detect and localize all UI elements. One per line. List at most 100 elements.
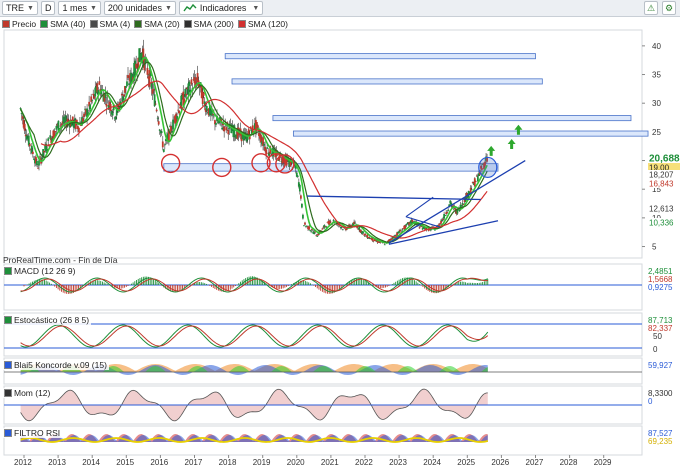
candle-body: [48, 145, 51, 147]
candle-body: [405, 224, 408, 226]
timeframe-label: 1 mes: [62, 3, 87, 13]
legend-item[interactable]: SMA (200): [183, 18, 234, 29]
legend-item[interactable]: SMA (20): [134, 19, 180, 29]
support-circle: [212, 157, 232, 178]
candle-body: [82, 118, 84, 122]
candle-body: [282, 158, 285, 163]
candle-body: [76, 125, 79, 130]
candle-body: [310, 230, 313, 232]
candle-body: [347, 227, 349, 229]
candle-body: [442, 218, 444, 220]
legend-item[interactable]: SMA (120): [237, 19, 288, 29]
candle-body: [430, 227, 433, 229]
candle-body: [305, 225, 307, 227]
toolbar: TRE ▼ D 1 mes ▼ 200 unidades ▼ Indicadores ▼…: [0, 0, 680, 17]
price-chart[interactable]: 4035302520151052012 2013 2014 2015 2016 2017 2…: [0, 0, 680, 469]
candle-body: [19, 108, 22, 110]
candle-body: [348, 224, 350, 226]
candle-body: [50, 137, 53, 144]
legend-item[interactable]: SMA (4): [89, 18, 131, 29]
candle-body: [159, 130, 162, 134]
candle-body: [42, 149, 44, 157]
indicators-button[interactable]: Indicadores ▼: [178, 1, 264, 15]
sma-20-line: [19, 56, 488, 244]
alert-icon[interactable]: ⚠: [644, 1, 658, 15]
symbol-selector[interactable]: TRE ▼: [2, 1, 38, 15]
candle-body: [110, 111, 113, 115]
candle-body: [126, 81, 128, 87]
candle-body: [406, 223, 409, 225]
candle-body: [213, 115, 215, 117]
legend-item[interactable]: SMA (40): [40, 19, 86, 29]
candle-body: [136, 70, 139, 73]
candle-body: [131, 73, 133, 80]
indicator-pane-label[interactable]: Mom (12): [2, 388, 53, 398]
indicator-pane-label[interactable]: FILTRO RSI: [2, 428, 63, 438]
candle-body: [216, 115, 218, 122]
candle-body: [128, 83, 130, 85]
price-tick-label: 40: [652, 42, 661, 51]
candle-body: [364, 234, 367, 235]
legend-item[interactable]: Precio: [2, 19, 36, 29]
candle-body: [443, 213, 446, 219]
candle-body: [178, 110, 181, 114]
candle-body: [225, 127, 228, 131]
year-tick-label: 2026: [491, 458, 509, 467]
candle-body: [459, 204, 462, 210]
candle-body: [52, 130, 55, 139]
indicator-pane-label[interactable]: Blai5 Koncorde v.09 (15): [2, 360, 109, 370]
candle-body: [114, 116, 117, 120]
candle-body: [170, 126, 172, 133]
sma-40-line: [20, 61, 488, 243]
candle-body: [86, 108, 88, 118]
candle-body: [199, 82, 202, 86]
indicator-swatch: [4, 361, 12, 369]
candle-body: [446, 212, 449, 213]
indicator-pane-label[interactable]: MACD (12 26 9): [2, 266, 78, 276]
candle-body: [475, 175, 478, 177]
candle-body: [214, 120, 216, 125]
candle-body: [174, 115, 176, 124]
candle-body: [486, 157, 488, 162]
timeframe-selector[interactable]: 1 mes ▼: [58, 1, 101, 15]
candle-body: [339, 226, 342, 229]
candle-body: [410, 219, 413, 224]
candle-body: [334, 221, 337, 222]
settings-icon[interactable]: ⚙: [662, 1, 676, 15]
indicator-swatch: [4, 389, 12, 397]
indicator-pane-label[interactable]: Estocástico (26 8 5): [2, 315, 92, 325]
candle-body: [91, 100, 94, 102]
candle-body: [283, 159, 286, 164]
candle-body: [85, 109, 87, 115]
candle-body: [262, 137, 264, 146]
period-button[interactable]: D: [40, 1, 56, 15]
candle-body: [427, 227, 430, 231]
candle-body: [367, 237, 370, 239]
year-tick-label: 2017: [185, 458, 203, 467]
candle-body: [464, 196, 467, 201]
candle-body: [470, 189, 473, 191]
candle-body: [454, 208, 457, 212]
resistance-zone: [231, 78, 543, 85]
candle-body: [133, 63, 136, 81]
candle-body: [208, 105, 211, 116]
candle-body: [135, 63, 138, 69]
candle-body: [163, 144, 166, 146]
units-selector[interactable]: 200 unidades ▼: [103, 1, 176, 15]
legend-label: SMA (4): [99, 18, 131, 29]
candle-body: [386, 240, 389, 242]
year-tick-label: 2020: [287, 458, 305, 467]
candle-body: [219, 117, 221, 122]
candle-body: [322, 226, 325, 228]
candle-body: [315, 235, 318, 237]
price-badge-label: 12,613: [649, 205, 674, 214]
legend-label: SMA (200): [193, 18, 234, 29]
support-circle: [251, 153, 271, 173]
candle-body: [144, 59, 147, 65]
candle-body: [156, 117, 159, 119]
candle-body: [372, 240, 375, 242]
candle-body: [350, 225, 352, 228]
candle-body: [121, 96, 124, 102]
candle-body: [375, 240, 378, 242]
candle-body: [134, 60, 137, 74]
